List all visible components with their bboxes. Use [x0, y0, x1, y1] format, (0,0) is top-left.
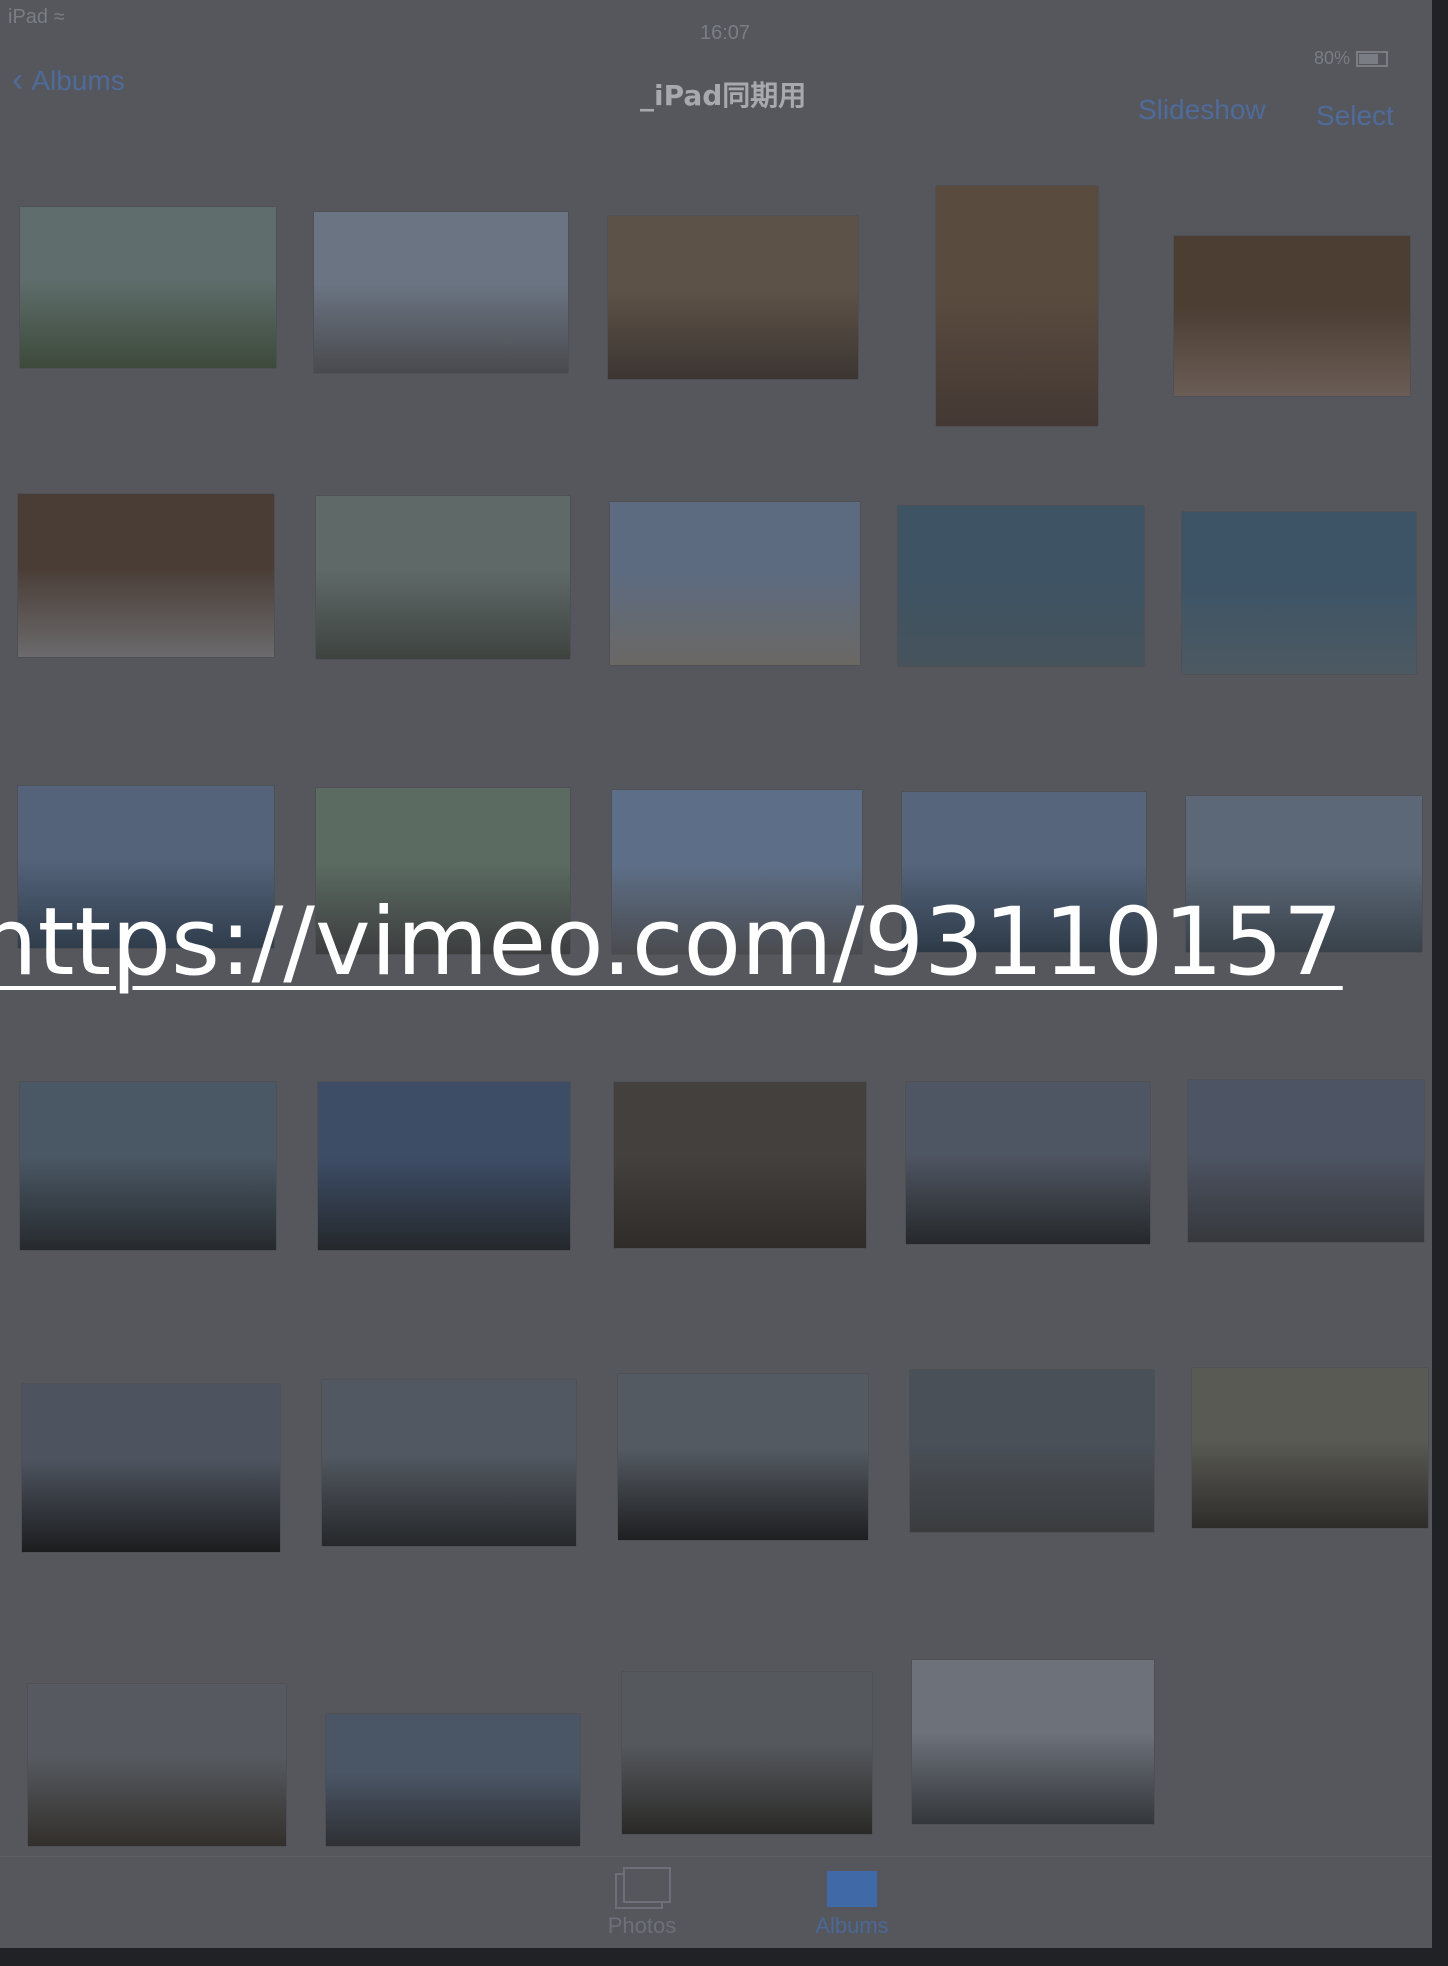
photo-thumbnail[interactable] — [18, 494, 274, 657]
photo-thumbnail[interactable] — [1182, 512, 1416, 674]
photo-thumbnail[interactable] — [314, 212, 568, 373]
tab-photos[interactable]: Photos — [562, 1867, 722, 1939]
photo-thumbnail[interactable] — [622, 1672, 872, 1834]
photo-thumbnail[interactable] — [618, 1374, 868, 1540]
navigation-bar: ‹ Albums _iPad同期用 Slideshow Select — [0, 46, 1432, 146]
video-link[interactable]: https://vimeo.com/93110157 — [0, 888, 1430, 997]
photo-thumbnail[interactable] — [1192, 1368, 1428, 1528]
slideshow-button[interactable]: Slideshow — [1138, 94, 1266, 126]
back-button[interactable]: ‹ Albums — [12, 60, 125, 99]
status-time: 16:07 — [700, 22, 751, 44]
photo-thumbnail[interactable] — [22, 1384, 280, 1552]
photo-thumbnail[interactable] — [608, 216, 858, 379]
albums-icon — [825, 1867, 879, 1907]
tab-albums[interactable]: Albums — [772, 1867, 932, 1939]
photo-thumbnail[interactable] — [898, 506, 1144, 666]
photo-thumbnail[interactable] — [912, 1660, 1154, 1824]
photo-thumbnail[interactable] — [322, 1380, 576, 1546]
photo-thumbnail[interactable] — [1174, 236, 1410, 396]
back-button-label: Albums — [31, 65, 125, 96]
chevron-left-icon: ‹ — [12, 61, 24, 99]
photo-thumbnail[interactable] — [910, 1370, 1154, 1532]
ipad-screen: iPad ≈ 16:07 80% ‹ Albums _iPad同期用 Slides… — [0, 0, 1432, 1948]
photo-thumbnail[interactable] — [610, 502, 860, 665]
status-device-name: iPad — [8, 6, 49, 28]
status-bar: iPad ≈ 16:07 80% — [0, 0, 1432, 68]
device-frame: iPad ≈ 16:07 80% ‹ Albums _iPad同期用 Slides… — [0, 0, 1448, 1966]
photo-thumbnail[interactable] — [28, 1684, 286, 1846]
select-button[interactable]: Select — [1316, 100, 1394, 132]
tab-bar: Photos Albums — [0, 1856, 1432, 1948]
photo-thumbnail[interactable] — [614, 1082, 866, 1248]
tab-photos-label: Photos — [607, 1913, 677, 1938]
photo-thumbnail[interactable] — [316, 496, 570, 659]
photo-thumbnail[interactable] — [936, 186, 1098, 426]
photo-thumbnail[interactable] — [326, 1714, 580, 1846]
wifi-icon: ≈ — [53, 6, 65, 28]
album-title: _iPad同期用 — [640, 79, 807, 112]
photo-thumbnail[interactable] — [1188, 1080, 1424, 1242]
photo-thumbnail[interactable] — [20, 207, 276, 368]
tab-albums-label: Albums — [815, 1913, 889, 1938]
photos-icon — [615, 1867, 671, 1909]
photo-thumbnail[interactable] — [906, 1082, 1150, 1244]
photo-thumbnail[interactable] — [20, 1082, 276, 1250]
photo-thumbnail[interactable] — [318, 1082, 570, 1250]
status-device: iPad ≈ — [8, 6, 65, 29]
